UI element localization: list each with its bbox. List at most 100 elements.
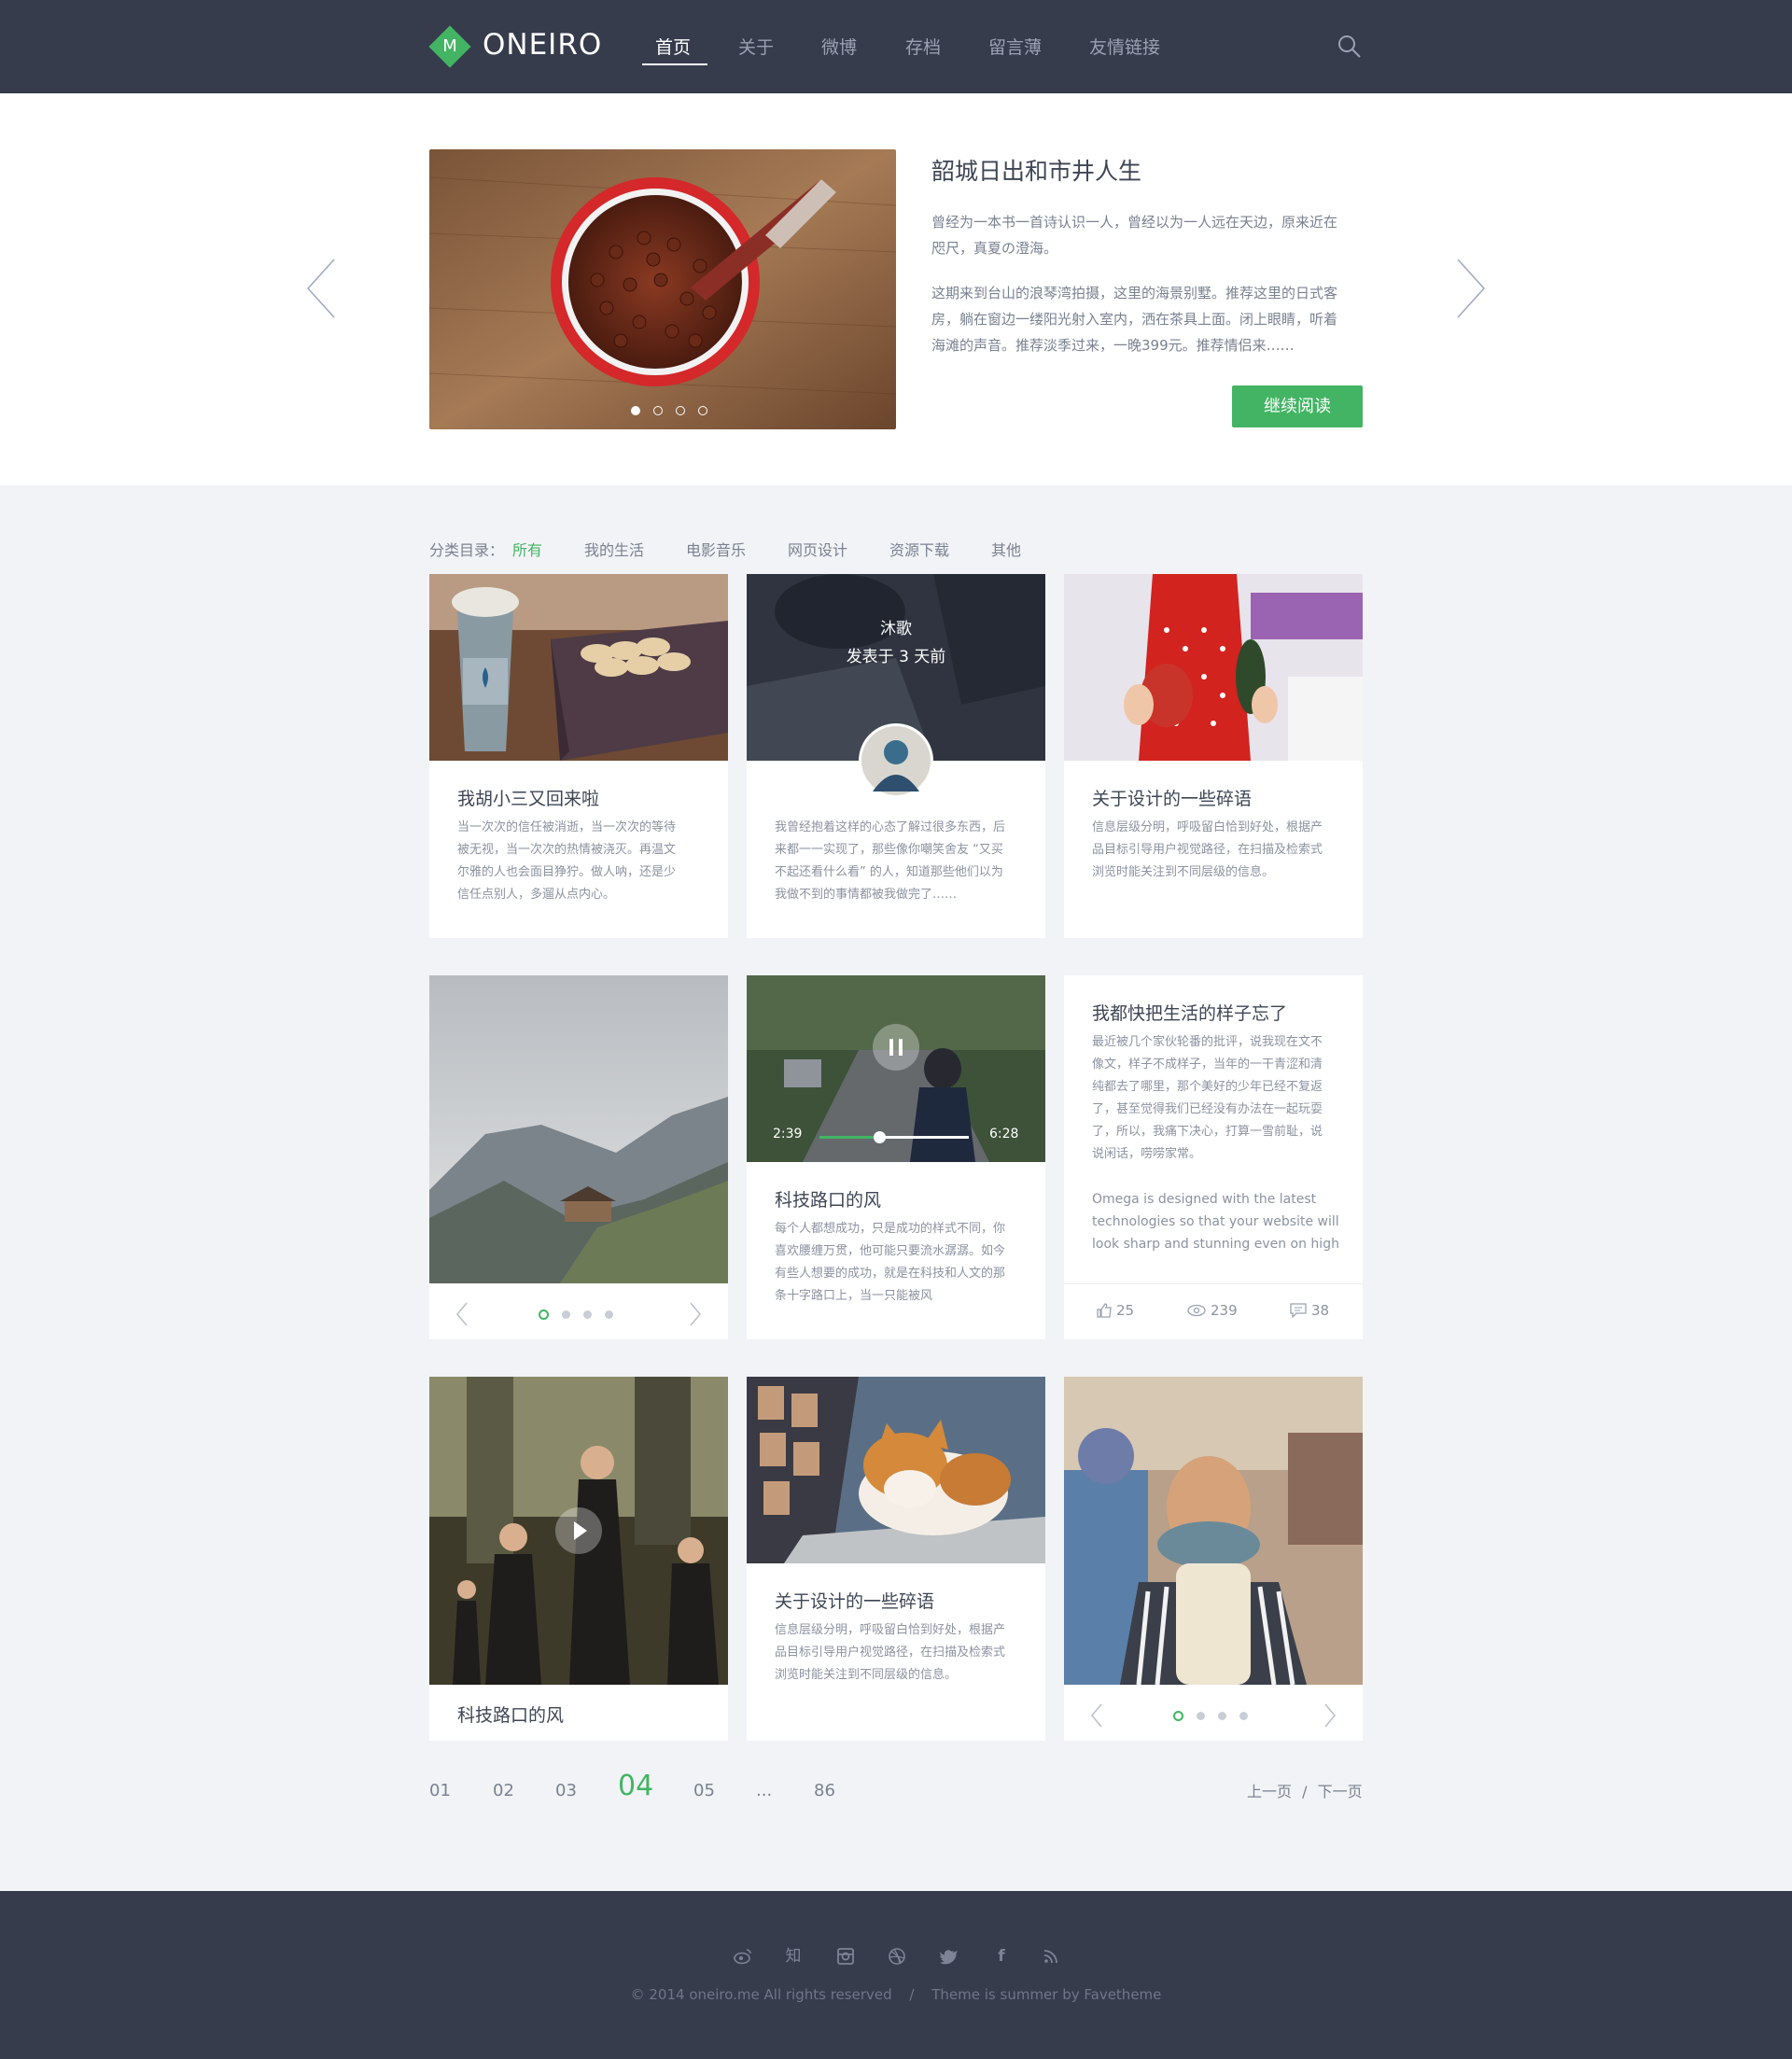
post-author[interactable]: 沐歌 [747, 615, 1045, 638]
nav-item-home[interactable]: 首页 [655, 34, 691, 59]
view-count: 239 [1211, 1302, 1238, 1319]
gallery-dot-active[interactable] [539, 1310, 549, 1320]
audio-total-time: 6:28 [989, 1127, 1019, 1142]
page-link-current[interactable]: 04 [618, 1770, 653, 1802]
instagram-icon[interactable] [834, 1945, 857, 1968]
gallery-next-icon[interactable] [1323, 1703, 1337, 1728]
page-link[interactable]: 01 [429, 1781, 451, 1800]
prev-page-link[interactable]: 上一页 [1247, 1783, 1292, 1800]
post-card[interactable]: 关于设计的一些碎语 信息层级分明，呼吸留白恰到好处，根据产 品目标引导用户视觉路… [1064, 574, 1363, 938]
video-cover[interactable] [429, 1377, 728, 1685]
audio-progress-track[interactable] [819, 1131, 969, 1143]
read-more-button[interactable]: 继续阅读 [1232, 385, 1363, 427]
play-button[interactable] [555, 1507, 602, 1554]
slider-next-arrow-icon[interactable] [1454, 258, 1488, 319]
nav-item-guestbook[interactable]: 留言薄 [988, 34, 1042, 59]
nav-item-about[interactable]: 关于 [738, 34, 774, 59]
avatar[interactable] [859, 723, 933, 798]
slider-prev-arrow-icon[interactable] [304, 258, 338, 319]
gallery-dot[interactable] [562, 1310, 570, 1319]
next-page-link[interactable]: 下一页 [1318, 1783, 1363, 1800]
post-card[interactable]: 我胡小三又回来啦 当一次次的信任被消逝，当一次次的等待 被无视，当一次次的热情被… [429, 574, 728, 938]
audio-post-card[interactable]: 2:39 6:28 科技路口的风 每个人都想成功，只是成功的样式不同，你 喜欢腰… [747, 975, 1045, 1339]
category-downloads[interactable]: 资源下载 [889, 538, 949, 560]
slide-dot[interactable] [653, 406, 663, 415]
twitter-icon[interactable] [937, 1945, 959, 1968]
audio-cover[interactable]: 2:39 6:28 [747, 975, 1045, 1162]
pause-button[interactable] [873, 1024, 919, 1071]
gallery-prev-icon[interactable] [1090, 1703, 1103, 1728]
gallery-card[interactable] [429, 975, 728, 1339]
post-thumbnail[interactable] [747, 1377, 1045, 1563]
slide-dot[interactable] [698, 406, 707, 415]
excerpt-line: 这期来到台山的浪琴湾拍摄，这里的海景别墅。推荐这里的日式客 [931, 285, 1338, 301]
post-card[interactable]: 关于设计的一些碎语 信息层级分明，呼吸留白恰到好处，根据产 品目标引导用户视觉路… [747, 1377, 1045, 1741]
excerpt-line: 不起还看什么看” 的人，知道那些他们以为 [775, 865, 1003, 879]
card-divider [1064, 1283, 1363, 1284]
gallery-next-icon[interactable] [689, 1302, 702, 1326]
post-title[interactable]: 我胡小三又回来啦 [457, 785, 599, 810]
dribbble-icon[interactable] [886, 1945, 908, 1968]
slide-dot[interactable] [676, 406, 685, 415]
views-icon [1187, 1304, 1206, 1317]
copyright-text: © 2014 oneiro.me All rights reserved [630, 1986, 892, 2003]
excerpt-line: 尔雅的人也会面目狰狞。做人呐，还是少 [457, 865, 677, 879]
featured-slider: 韶城日出和市井人生 曾经为一本书一首诗认识一人，曾经以为一人远在天边，原来近在 … [0, 93, 1792, 485]
gallery-prev-icon[interactable] [455, 1302, 469, 1326]
gallery-image[interactable] [1064, 1377, 1363, 1685]
slide-dot-active[interactable] [631, 406, 640, 415]
gallery-dot-active[interactable] [1173, 1711, 1183, 1721]
page-link[interactable]: 02 [493, 1781, 514, 1800]
nav-item-archive[interactable]: 存档 [905, 34, 941, 59]
gallery-dot[interactable] [605, 1310, 613, 1319]
post-thumbnail[interactable] [429, 574, 728, 761]
gallery-dot[interactable] [1239, 1712, 1248, 1720]
post-thumbnail[interactable] [1064, 574, 1363, 761]
like-icon[interactable] [1096, 1302, 1113, 1319]
text-post-card[interactable]: 我都快把生活的样子忘了 最近被几个家伙轮番的批评，说我现在文不 像文，样子不成样… [1064, 975, 1363, 1339]
logo[interactable]: M [428, 25, 471, 68]
featured-title[interactable]: 韶城日出和市井人生 [931, 153, 1141, 187]
category-my-life[interactable]: 我的生活 [584, 538, 644, 560]
gallery-dot[interactable] [1197, 1712, 1205, 1720]
featured-image[interactable] [429, 149, 896, 429]
gallery-dots [1173, 1711, 1248, 1721]
search-icon[interactable] [1337, 34, 1363, 60]
post-title[interactable]: 科技路口的风 [775, 1186, 881, 1212]
excerpt-line: 品目标引导用户视觉路径，在扫描及检索式 [1092, 843, 1323, 857]
zhihu-icon[interactable]: 知 [782, 1945, 805, 1968]
audio-progress-handle[interactable] [874, 1131, 886, 1143]
gallery-image[interactable] [429, 975, 728, 1283]
category-other[interactable]: 其他 [991, 538, 1021, 560]
post-title[interactable]: 关于设计的一些碎语 [775, 1588, 934, 1613]
page-link[interactable]: 03 [555, 1781, 577, 1800]
page-link[interactable]: 05 [693, 1781, 715, 1800]
theme-credit-link[interactable]: Theme is summer by Favetheme [931, 1986, 1161, 2003]
gallery-dot[interactable] [583, 1310, 592, 1319]
facebook-icon[interactable]: f [990, 1945, 1013, 1968]
excerpt-line: 纯都去了哪里，那个美好的少年已经不复返 [1092, 1080, 1323, 1094]
post-title[interactable]: 关于设计的一些碎语 [1092, 785, 1252, 810]
category-web-design[interactable]: 网页设计 [788, 538, 847, 560]
weibo-icon[interactable] [732, 1945, 754, 1968]
excerpt-line: 曾经为一本书一首诗认识一人，曾经以为一人远在天边，原来近在 [931, 214, 1338, 231]
comment-icon[interactable] [1290, 1303, 1307, 1318]
post-title[interactable]: 我都快把生活的样子忘了 [1092, 1000, 1287, 1025]
gallery-dot[interactable] [1218, 1712, 1226, 1720]
excerpt-line: 来都一一实现了，那些像你嘲笑舍友 “又买 [775, 843, 1003, 857]
nav-item-weibo[interactable]: 微博 [821, 34, 857, 59]
category-film-music[interactable]: 电影音乐 [686, 538, 746, 560]
nav-item-links[interactable]: 友情链接 [1089, 34, 1160, 59]
category-all[interactable]: 所有 [512, 538, 542, 560]
post-excerpt: 当一次次的信任被消逝，当一次次的等待 被无视，当一次次的热情被浇灭。再温文 尔雅… [457, 817, 706, 906]
brand-name[interactable]: ONEIRO [483, 28, 602, 62]
gallery-dots [539, 1310, 613, 1320]
rss-icon[interactable] [1040, 1945, 1062, 1968]
video-post-card[interactable]: 科技路口的风 [429, 1377, 728, 1741]
gallery-card[interactable] [1064, 1377, 1363, 1741]
excerpt-line: 说闲话，唠唠家常。 [1092, 1147, 1202, 1161]
post-card[interactable]: 沐歌 发表于 3 天前 我曾经抱着这样的心态了解过很多东西，后 来都一一实现了，… [747, 574, 1045, 938]
excerpt-line: 条十字路口上，当一只能被风 [775, 1289, 933, 1303]
post-title[interactable]: 科技路口的风 [457, 1702, 564, 1727]
page-link[interactable]: 86 [814, 1781, 835, 1800]
